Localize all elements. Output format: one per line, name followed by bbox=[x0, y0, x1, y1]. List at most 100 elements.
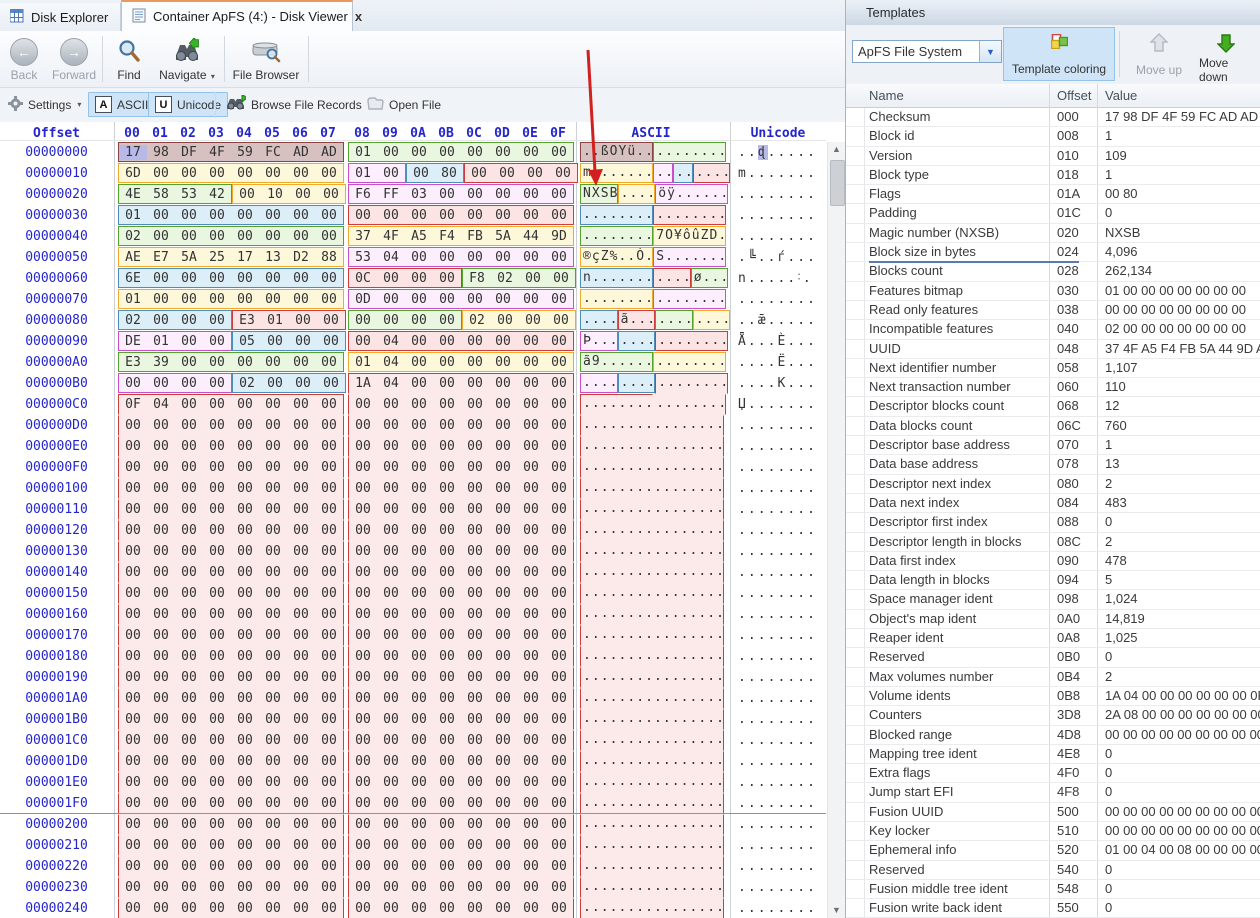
hex-field-segment[interactable]: 00 00 00 00 bbox=[118, 373, 232, 393]
unicode-text[interactable]: ........ bbox=[738, 541, 824, 562]
combo-dropdown-button[interactable]: ▼ bbox=[979, 41, 1001, 62]
hex-field-segment[interactable]: 00 00 00 00 00 00 00 00 bbox=[348, 478, 574, 499]
hex-row[interactable]: 000000F0 00 00 00 00 00 00 00 00 00 00 00 00 00 00 00 00… bbox=[0, 457, 826, 478]
hex-field-segment[interactable]: 00 00 00 00 00 00 00 00 bbox=[118, 415, 344, 436]
ascii-field-segment[interactable]: ................ bbox=[580, 730, 725, 751]
unicode-text[interactable]: m....... bbox=[738, 163, 824, 184]
field-row[interactable]: Block id 008 1 bbox=[846, 127, 1260, 147]
ascii-field-segment[interactable]: ø... bbox=[690, 268, 729, 288]
ascii-field-segment[interactable]: n....... bbox=[580, 268, 654, 288]
hex-field-segment[interactable]: 02 00 00 00 bbox=[232, 373, 346, 393]
hex-field-segment[interactable]: 00 00 00 00 00 00 00 00 bbox=[118, 478, 344, 499]
unicode-text[interactable]: ........ bbox=[738, 562, 824, 583]
ascii-field-segment[interactable]: .... bbox=[692, 163, 731, 183]
hex-field-segment[interactable]: 00 00 00 00 00 00 00 00 bbox=[348, 751, 574, 772]
hex-field-segment[interactable]: 00 00 00 00 00 00 00 00 bbox=[118, 667, 344, 688]
hex-row[interactable]: 00000170 00 00 00 00 00 00 00 00 00 00 00 00 00 00 00 00… bbox=[0, 625, 826, 646]
hex-field-segment[interactable]: F8 02 00 00 bbox=[462, 268, 576, 288]
hex-field-segment[interactable]: AE E7 5A 25 17 13 D2 88 bbox=[118, 247, 344, 267]
hex-row[interactable]: 00000030 01 00 00 00 00 00 00 00 00 00 00 00 00 00 00 00… bbox=[0, 205, 826, 226]
hex-field-segment[interactable]: 01 00 00 00 00 00 00 00 bbox=[118, 205, 344, 225]
hex-row[interactable]: 00000110 00 00 00 00 00 00 00 00 00 00 00 00 00 00 00 00… bbox=[0, 499, 826, 520]
ascii-field-segment[interactable]: ........ bbox=[655, 331, 729, 351]
hex-row[interactable]: 000000B0 00 00 00 00 02 00 00 00 1A 04 00 00 00 00 00 00… bbox=[0, 373, 826, 394]
hex-field-segment[interactable]: 17 98 DF 4F 59 FC AD AD bbox=[118, 142, 344, 162]
forward-button[interactable]: → Forward bbox=[48, 34, 100, 84]
close-icon[interactable]: x bbox=[355, 10, 362, 23]
hex-field-segment[interactable]: 53 04 00 00 00 00 00 00 bbox=[348, 247, 574, 267]
unicode-text[interactable]: ........ bbox=[738, 625, 824, 646]
ascii-field-segment[interactable]: .... bbox=[653, 268, 691, 288]
hex-field-segment[interactable]: 00 00 00 00 00 00 00 00 bbox=[118, 793, 344, 814]
find-button[interactable]: Find bbox=[106, 34, 152, 84]
field-row[interactable]: Features bitmap 030 01 00 00 00 00 00 00 0… bbox=[846, 282, 1260, 301]
field-row[interactable]: Reaper ident 0A8 1,025 bbox=[846, 629, 1260, 649]
unicode-text[interactable]: ........ bbox=[738, 814, 824, 835]
hex-field-segment[interactable]: 01 00 00 00 00 00 00 00 bbox=[348, 142, 574, 162]
move-down-button[interactable]: Move down bbox=[1191, 27, 1260, 84]
hex-row[interactable]: 000000E0 00 00 00 00 00 00 00 00 00 00 00 00 00 00 00 00… bbox=[0, 436, 826, 457]
hex-row[interactable]: 00000150 00 00 00 00 00 00 00 00 00 00 00 00 00 00 00 00… bbox=[0, 583, 826, 604]
hex-field-segment[interactable]: 00 00 00 00 00 00 00 00 bbox=[118, 772, 344, 793]
hex-scrollbar[interactable]: ▲ ▼ bbox=[827, 142, 845, 918]
hex-field-segment[interactable]: 00 00 00 00 00 00 00 00 bbox=[348, 835, 574, 856]
ascii-field-segment[interactable]: ........ bbox=[653, 142, 727, 162]
hex-row[interactable]: 00000180 00 00 00 00 00 00 00 00 00 00 00 00 00 00 00 00… bbox=[0, 646, 826, 667]
unicode-text[interactable]: ........ bbox=[738, 751, 824, 772]
hex-field-segment[interactable]: 00 00 00 00 00 00 00 00 bbox=[118, 562, 344, 583]
hex-row[interactable]: 00000200 00 00 00 00 00 00 00 00 00 00 00 00 00 00 00 00… bbox=[0, 814, 826, 835]
unicode-text[interactable]: ........ bbox=[738, 184, 824, 205]
hex-field-segment[interactable]: 05 00 00 00 bbox=[232, 331, 346, 351]
hex-field-segment[interactable]: 00 00 00 00 bbox=[464, 163, 578, 183]
hex-field-segment[interactable]: 00 00 00 00 00 00 00 00 bbox=[118, 730, 344, 751]
hex-field-segment[interactable]: 00 00 00 00 00 00 00 00 bbox=[348, 583, 574, 604]
hex-row[interactable]: 000000C0 0F 04 00 00 00 00 00 00 00 00 00 00 00 00 00 00… bbox=[0, 394, 826, 415]
unicode-text[interactable]: ........ bbox=[738, 772, 824, 793]
hex-field-segment[interactable]: 00 10 00 00 bbox=[232, 184, 346, 204]
hex-field-segment[interactable]: 00 00 00 00 00 00 00 00 bbox=[118, 751, 344, 772]
ascii-field-segment[interactable]: .... bbox=[617, 331, 656, 351]
ascii-field-segment[interactable]: ................ bbox=[580, 436, 725, 457]
hex-field-segment[interactable]: 00 00 00 00 00 00 00 00 bbox=[118, 541, 344, 562]
field-row[interactable]: Data base address 078 13 bbox=[846, 455, 1260, 475]
tab-container-apfs-disk-viewer[interactable]: Container ApFS (4:) - Disk Viewer x bbox=[121, 0, 362, 31]
hex-field-segment[interactable]: 00 00 00 00 00 00 00 00 bbox=[118, 856, 344, 877]
ascii-field-segment[interactable]: ................ bbox=[580, 562, 725, 583]
unicode-text[interactable]: ........ bbox=[738, 499, 824, 520]
field-row[interactable]: Version 010 109 bbox=[846, 147, 1260, 166]
hex-row[interactable]: 00000230 00 00 00 00 00 00 00 00 00 00 00 00 00 00 00 00… bbox=[0, 877, 826, 898]
hex-field-segment[interactable]: 00 00 00 00 00 00 00 00 bbox=[118, 646, 344, 667]
field-row[interactable]: Descriptor length in blocks 08C 2 bbox=[846, 533, 1260, 552]
field-row[interactable]: Blocked range 4D8 00 00 00 00 00 00 00 00 … bbox=[846, 726, 1260, 745]
ascii-field-segment[interactable]: ................ bbox=[580, 583, 725, 604]
tab-disk-explorer[interactable]: Disk Explorer bbox=[0, 3, 121, 31]
hex-field-segment[interactable]: 00 00 00 00 00 00 00 00 bbox=[348, 520, 574, 541]
scroll-up-icon[interactable]: ▲ bbox=[828, 142, 845, 157]
settings-button[interactable]: Settings ▾ bbox=[2, 92, 87, 117]
hex-row[interactable]: 000001A0 00 00 00 00 00 00 00 00 00 00 00 00 00 00 00 00… bbox=[0, 688, 826, 709]
hex-field-segment[interactable]: 00 00 00 00 00 00 00 00 bbox=[348, 646, 574, 667]
hex-field-segment[interactable]: 00 00 00 00 00 00 00 00 bbox=[348, 604, 574, 625]
unicode-text[interactable]: ........ bbox=[738, 898, 824, 918]
hex-row[interactable]: 00000050 AE E7 5A 25 17 13 D2 88 53 04 00 00 00 00 00 00… bbox=[0, 247, 826, 268]
hex-field-segment[interactable]: E3 01 00 00 bbox=[232, 310, 346, 330]
field-row[interactable]: Incompatible features 040 02 00 00 00 00 0… bbox=[846, 320, 1260, 340]
field-row[interactable]: Jump start EFI 4F8 0 bbox=[846, 783, 1260, 803]
ascii-field-segment[interactable]: .... bbox=[580, 310, 618, 330]
unicode-text[interactable]: ........ bbox=[738, 415, 824, 436]
hex-field-segment[interactable]: 00 00 00 00 00 00 00 00 bbox=[348, 415, 574, 436]
unicode-text[interactable]: ........ bbox=[738, 646, 824, 667]
unicode-text[interactable]: ........ bbox=[738, 835, 824, 856]
ascii-field-segment[interactable]: ........ bbox=[653, 289, 727, 309]
field-row[interactable]: Fusion middle tree ident 548 0 bbox=[846, 880, 1260, 900]
ascii-field-segment[interactable]: Þ... bbox=[580, 331, 618, 351]
field-row[interactable]: Flags 01A 00 80 bbox=[846, 185, 1260, 205]
hex-row[interactable]: 00000000 17 98 DF 4F 59 FC AD AD 01 00 00 00 00 00 00 00… bbox=[0, 142, 826, 163]
ascii-field-segment[interactable]: ®çZ%..Ò. bbox=[580, 247, 654, 267]
hex-row[interactable]: 00000100 00 00 00 00 00 00 00 00 00 00 00 00 00 00 00 00… bbox=[0, 478, 826, 499]
ascii-field-segment[interactable]: .... bbox=[617, 373, 656, 393]
hex-field-segment[interactable]: 01 04 00 00 00 00 00 00 bbox=[348, 352, 574, 372]
hex-field-segment[interactable]: 00 00 00 00 00 00 00 00 bbox=[118, 499, 344, 520]
hex-field-segment[interactable]: 02 00 00 00 bbox=[462, 310, 576, 330]
hex-field-segment[interactable]: 00 00 00 00 00 00 00 00 bbox=[118, 583, 344, 604]
